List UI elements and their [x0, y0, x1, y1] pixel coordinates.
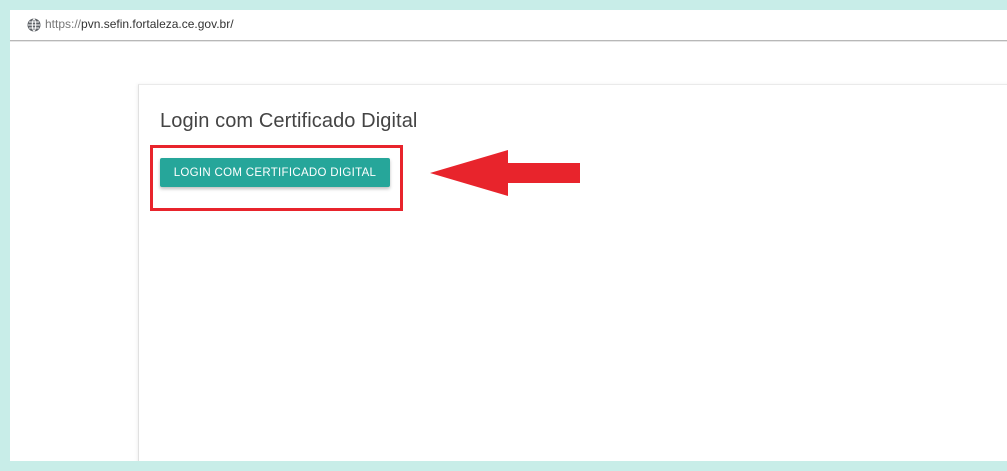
url-scheme: https://	[45, 17, 82, 31]
address-bar[interactable]: https://pvn.sefin.fortaleza.ce.gov.br/	[10, 10, 1007, 41]
login-certificate-button[interactable]: LOGIN COM CERTIFICADO DIGITAL	[160, 158, 390, 187]
url-host: pvn.sefin.fortaleza.ce.gov.br/	[81, 17, 234, 31]
page-title: Login com Certificado Digital	[160, 110, 418, 132]
login-card	[138, 84, 1007, 461]
browser-window: https://pvn.sefin.fortaleza.ce.gov.br/ L…	[10, 10, 1007, 461]
url-text[interactable]: https://pvn.sefin.fortaleza.ce.gov.br/	[45, 17, 234, 31]
globe-icon[interactable]	[27, 18, 41, 32]
